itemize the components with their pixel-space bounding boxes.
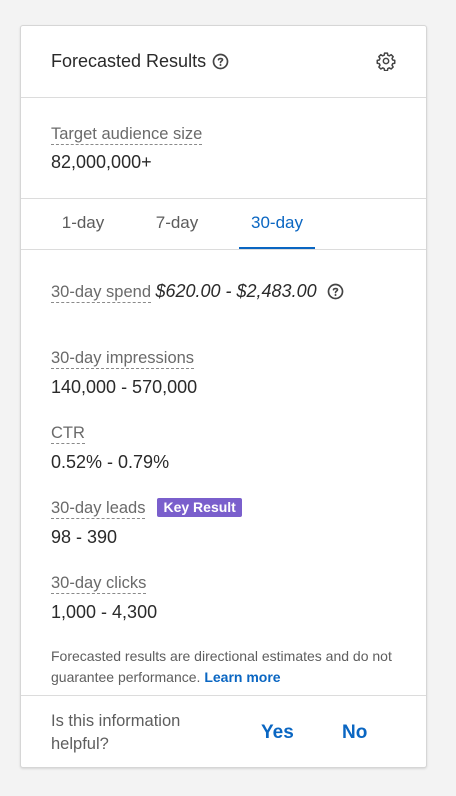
tab-1-day[interactable]: 1-day (51, 199, 115, 249)
clicks-value: 1,000 - 4,300 (51, 602, 158, 622)
feedback-no-button[interactable]: No (342, 722, 367, 744)
card-header: Forecasted Results (21, 26, 426, 98)
question-circle-icon[interactable] (327, 283, 344, 300)
metrics-section: 30-day spend $620.00 - $2,483.00 30-day … (21, 250, 426, 688)
feedback-yes-button[interactable]: Yes (261, 722, 294, 744)
feedback-footer: Is this information helpful? Yes No (21, 695, 426, 767)
feedback-question: Is this information helpful? (51, 712, 181, 753)
forecast-card: Forecasted Results Target audience size … (20, 25, 427, 768)
ctr-value: 0.52% - 0.79% (51, 452, 170, 472)
audience-section: Target audience size 82,000,000+ (21, 98, 426, 199)
tab-30-day[interactable]: 30-day (239, 199, 315, 249)
spend-row: $620.00 - $2,483.00 (155, 280, 343, 302)
forecast-tabs: 1-day 7-day 30-day (21, 199, 426, 250)
clicks-label[interactable]: 30-day clicks (51, 573, 147, 594)
spend-label[interactable]: 30-day spend (51, 282, 151, 303)
audience-size-value: 82,000,000+ (51, 152, 152, 172)
learn-more-link[interactable]: Learn more (204, 669, 280, 685)
key-result-badge: Key Result (157, 498, 242, 517)
card-title: Forecasted Results (51, 51, 207, 71)
ctr-label[interactable]: CTR (51, 423, 85, 444)
metric-leads: 30-day leads Key Result 98 - 390 (51, 498, 396, 573)
metric-clicks: 30-day clicks 1,000 - 4,300 (51, 573, 396, 648)
impressions-label[interactable]: 30-day impressions (51, 348, 195, 369)
leads-label[interactable]: 30-day leads (51, 498, 146, 519)
tab-7-day[interactable]: 7-day (143, 199, 211, 249)
metric-ctr: CTR 0.52% - 0.79% (51, 423, 396, 498)
spend-value: $620.00 - $2,483.00 (155, 281, 317, 301)
gear-icon[interactable] (376, 51, 396, 71)
leads-value: 98 - 390 (51, 527, 118, 547)
audience-size-label[interactable]: Target audience size (51, 124, 203, 145)
metric-spend: 30-day spend $620.00 - $2,483.00 (51, 273, 396, 348)
impressions-value: 140,000 - 570,000 (51, 377, 198, 397)
metric-impressions: 30-day impressions 140,000 - 570,000 (51, 348, 396, 423)
question-circle-icon[interactable] (212, 53, 229, 70)
disclaimer: Forecasted results are directional estim… (51, 646, 397, 688)
